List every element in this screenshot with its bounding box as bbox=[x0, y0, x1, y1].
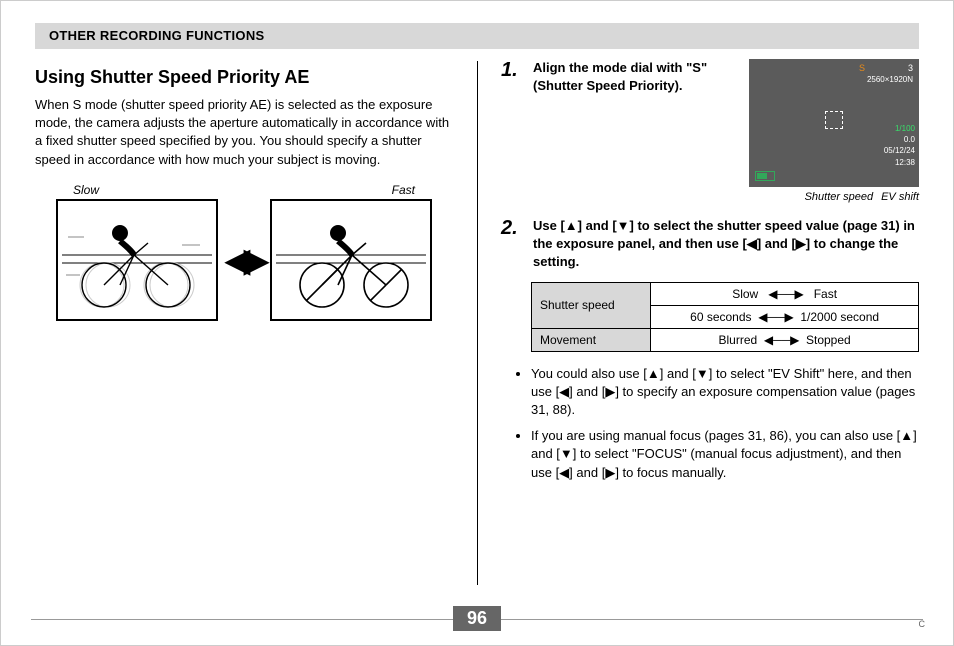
label-slow-cell: Slow bbox=[732, 287, 758, 301]
label-blurred: Blurred bbox=[719, 333, 758, 347]
manual-page: OTHER RECORDING FUNCTIONS Using Shutter … bbox=[0, 0, 954, 646]
illustration-slow bbox=[56, 199, 218, 321]
step-1-text: Align the mode dial with "S" (Shutter Sp… bbox=[533, 59, 733, 95]
cell-slow-fast: Slow ◀──▶ Fast bbox=[651, 282, 919, 305]
column-divider bbox=[477, 61, 478, 585]
cell-shutter-speed: Shutter speed bbox=[532, 282, 651, 328]
step-2: 2. Use [▲] and [▼] to select the shutter… bbox=[501, 217, 919, 272]
camera-screen-wrap: S 3 2560×1920N 1/100 0.0 05/12/24 12:38 bbox=[749, 59, 919, 203]
bicycle-slow-icon bbox=[62, 205, 212, 315]
step-2-text: Use [▲] and [▼] to select the shutter sp… bbox=[533, 217, 919, 272]
illustration-labels: Slow Fast bbox=[35, 183, 453, 197]
screen-mode: S bbox=[859, 63, 865, 73]
illustration-fast bbox=[270, 199, 432, 321]
screen-resolution: 2560×1920N bbox=[867, 75, 913, 84]
screen-ev: 0.0 bbox=[884, 134, 915, 145]
right-column: 1. Align the mode dial with "S" (Shutter… bbox=[477, 59, 919, 495]
list-item: If you are using manual focus (pages 31,… bbox=[531, 427, 919, 482]
label-stopped: Stopped bbox=[806, 333, 851, 347]
callout-shutter-speed: Shutter speed bbox=[749, 191, 873, 203]
table-row: Movement Blurred ◀──▶ Stopped bbox=[532, 328, 919, 351]
focus-frame-icon bbox=[825, 111, 843, 129]
screen-date: 05/12/24 bbox=[884, 145, 915, 156]
step-1-number: 1. bbox=[501, 59, 523, 95]
left-column: Using Shutter Speed Priority AE When S m… bbox=[35, 59, 477, 495]
label-60s: 60 seconds bbox=[690, 310, 751, 324]
page-footer: 96 bbox=[1, 606, 953, 631]
illustration-row: ◀▶ bbox=[35, 199, 453, 321]
screen-count: 3 bbox=[908, 63, 913, 73]
camera-screen: S 3 2560×1920N 1/100 0.0 05/12/24 12:38 bbox=[749, 59, 919, 187]
table-row: Shutter speed Slow ◀──▶ Fast bbox=[532, 282, 919, 305]
section-header: OTHER RECORDING FUNCTIONS bbox=[35, 23, 919, 49]
step-1-row: 1. Align the mode dial with "S" (Shutter… bbox=[501, 59, 919, 203]
cell-movement: Movement bbox=[532, 328, 651, 351]
notes-list: You could also use [▲] and [▼] to select… bbox=[501, 365, 919, 482]
list-item: You could also use [▲] and [▼] to select… bbox=[531, 365, 919, 420]
cell-seconds-range: 60 seconds ◀──▶ 1/2000 second bbox=[651, 305, 919, 328]
screen-time: 12:38 bbox=[884, 157, 915, 168]
screen-callouts: Shutter speed EV shift bbox=[749, 191, 919, 203]
step-1: 1. Align the mode dial with "S" (Shutter… bbox=[501, 59, 733, 95]
callout-ev-shift: EV shift bbox=[881, 191, 919, 203]
shutter-speed-table: Shutter speed Slow ◀──▶ Fast 60 seconds … bbox=[531, 282, 919, 352]
battery-icon bbox=[755, 171, 775, 181]
topic-title: Using Shutter Speed Priority AE bbox=[35, 67, 453, 88]
screen-readings: 1/100 0.0 05/12/24 12:38 bbox=[884, 123, 915, 168]
step-2-number: 2. bbox=[501, 217, 523, 272]
screen-shutter: 1/100 bbox=[884, 123, 915, 134]
double-arrow-icon: ◀▶ bbox=[224, 241, 264, 279]
footer-mark: C bbox=[919, 619, 926, 629]
page-number: 96 bbox=[453, 606, 501, 631]
label-slow: Slow bbox=[73, 183, 99, 197]
intro-paragraph: When S mode (shutter speed priority AE) … bbox=[35, 96, 453, 169]
label-2000s: 1/2000 second bbox=[800, 310, 879, 324]
cell-blurred-stopped: Blurred ◀──▶ Stopped bbox=[651, 328, 919, 351]
label-fast: Fast bbox=[392, 183, 415, 197]
bicycle-fast-icon bbox=[276, 205, 426, 315]
label-fast-cell: Fast bbox=[814, 287, 837, 301]
